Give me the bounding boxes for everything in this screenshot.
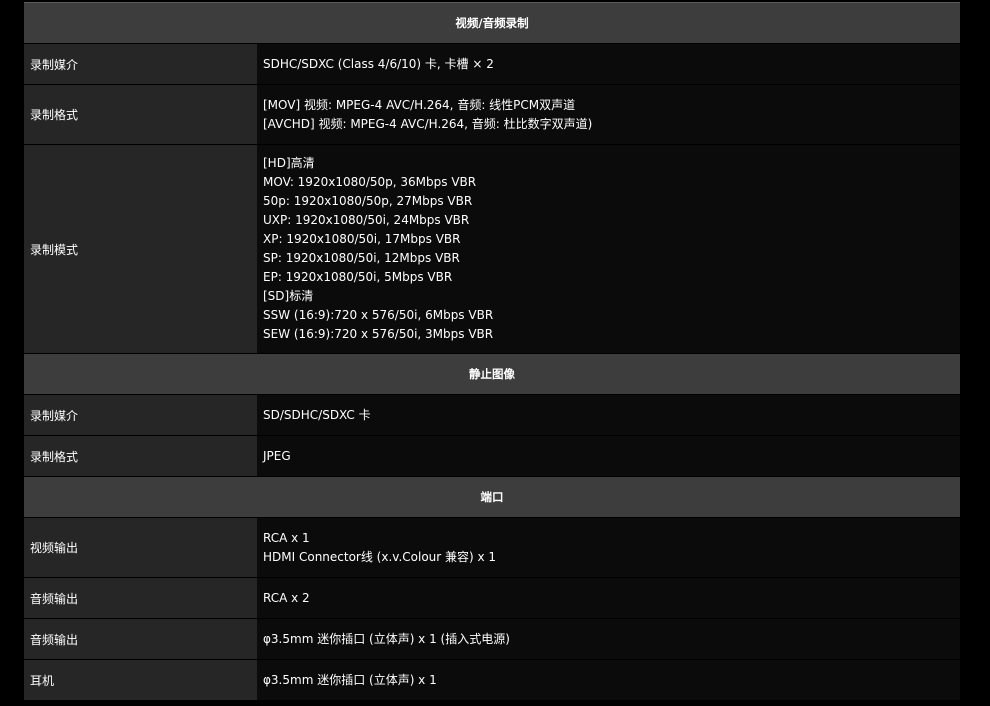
- spec-page: 视频/音频录制 录制媒介 SDHC/SDXC (Class 4/6/10) 卡,…: [0, 0, 990, 706]
- row-value: φ3.5mm 迷你插口 (立体声) x 1: [257, 659, 961, 701]
- table-row: 耳机 φ3.5mm 迷你插口 (立体声) x 1: [24, 659, 961, 701]
- row-value: [HD]高清 MOV: 1920x1080/50p, 36Mbps VBR 50…: [257, 144, 961, 354]
- section-title: 视频/音频录制: [24, 2, 961, 44]
- row-value: SDHC/SDXC (Class 4/6/10) 卡, 卡槽 × 2: [257, 43, 961, 85]
- value-line: φ3.5mm 迷你插口 (立体声) x 1 (插入式电源): [263, 631, 510, 646]
- section-title: 端口: [24, 476, 961, 518]
- spec-table: 视频/音频录制 录制媒介 SDHC/SDXC (Class 4/6/10) 卡,…: [24, 2, 961, 701]
- row-label: 耳机: [24, 659, 257, 701]
- table-row: 录制媒介 SD/SDHC/SDXC 卡: [24, 394, 961, 436]
- row-label: 音频输出: [24, 618, 257, 660]
- table-row: 录制格式 [MOV] 视频: MPEG-4 AVC/H.264, 音频: 线性P…: [24, 84, 961, 145]
- row-label: 录制格式: [24, 435, 257, 477]
- row-value: RCA x 2: [257, 577, 961, 619]
- row-label: 录制模式: [24, 144, 257, 354]
- row-label: 录制媒介: [24, 394, 257, 436]
- row-value: SD/SDHC/SDXC 卡: [257, 394, 961, 436]
- value-line: EP: 1920x1080/50i, 5Mbps VBR: [263, 270, 453, 284]
- value-line: MOV: 1920x1080/50p, 36Mbps VBR: [263, 175, 477, 189]
- value-line: SDHC/SDXC (Class 4/6/10) 卡, 卡槽 × 2: [263, 56, 494, 71]
- row-value: φ3.5mm 迷你插口 (立体声) x 1 (插入式电源): [257, 618, 961, 660]
- row-label: 视频输出: [24, 517, 257, 578]
- value-line: [MOV] 视频: MPEG-4 AVC/H.264, 音频: 线性PCM双声道: [263, 97, 576, 112]
- table-row: 录制模式 [HD]高清 MOV: 1920x1080/50p, 36Mbps V…: [24, 144, 961, 354]
- table-row: 音频输出 RCA x 2: [24, 577, 961, 619]
- value-line: RCA x 2: [263, 590, 310, 605]
- value-line: [SD]标清: [263, 289, 314, 303]
- value-line: SP: 1920x1080/50i, 12Mbps VBR: [263, 251, 460, 265]
- value-line: SEW (16:9):720 x 576/50i, 3Mbps VBR: [263, 327, 494, 341]
- value-line: 50p: 1920x1080/50p, 27Mbps VBR: [263, 194, 473, 208]
- section-title: 静止图像: [24, 353, 961, 395]
- value-line: [AVCHD] 视频: MPEG-4 AVC/H.264, 音频: 杜比数字双声…: [263, 116, 593, 131]
- row-value: JPEG: [257, 435, 961, 477]
- table-row: 音频输出 φ3.5mm 迷你插口 (立体声) x 1 (插入式电源): [24, 618, 961, 660]
- table-row: 视频输出 RCA x 1 HDMI Connector线 (x.v.Colour…: [24, 517, 961, 578]
- value-line: SD/SDHC/SDXC 卡: [263, 407, 371, 422]
- row-label: 音频输出: [24, 577, 257, 619]
- value-line: XP: 1920x1080/50i, 17Mbps VBR: [263, 232, 461, 246]
- table-row: 录制媒介 SDHC/SDXC (Class 4/6/10) 卡, 卡槽 × 2: [24, 43, 961, 85]
- row-label: 录制格式: [24, 84, 257, 145]
- row-value: RCA x 1 HDMI Connector线 (x.v.Colour 兼容) …: [257, 517, 961, 578]
- section-header-video-audio: 视频/音频录制: [24, 2, 961, 44]
- value-line: φ3.5mm 迷你插口 (立体声) x 1: [263, 672, 437, 687]
- value-line: JPEG: [263, 448, 291, 463]
- table-row: 录制格式 JPEG: [24, 435, 961, 477]
- value-line: UXP: 1920x1080/50i, 24Mbps VBR: [263, 213, 470, 227]
- row-value: [MOV] 视频: MPEG-4 AVC/H.264, 音频: 线性PCM双声道…: [257, 84, 961, 145]
- value-line: [HD]高清: [263, 156, 315, 170]
- row-label: 录制媒介: [24, 43, 257, 85]
- section-header-ports: 端口: [24, 476, 961, 518]
- value-line: SSW (16:9):720 x 576/50i, 6Mbps VBR: [263, 308, 494, 322]
- value-line: HDMI Connector线 (x.v.Colour 兼容) x 1: [263, 549, 497, 564]
- value-line: RCA x 1: [263, 530, 310, 545]
- section-header-still-image: 静止图像: [24, 353, 961, 395]
